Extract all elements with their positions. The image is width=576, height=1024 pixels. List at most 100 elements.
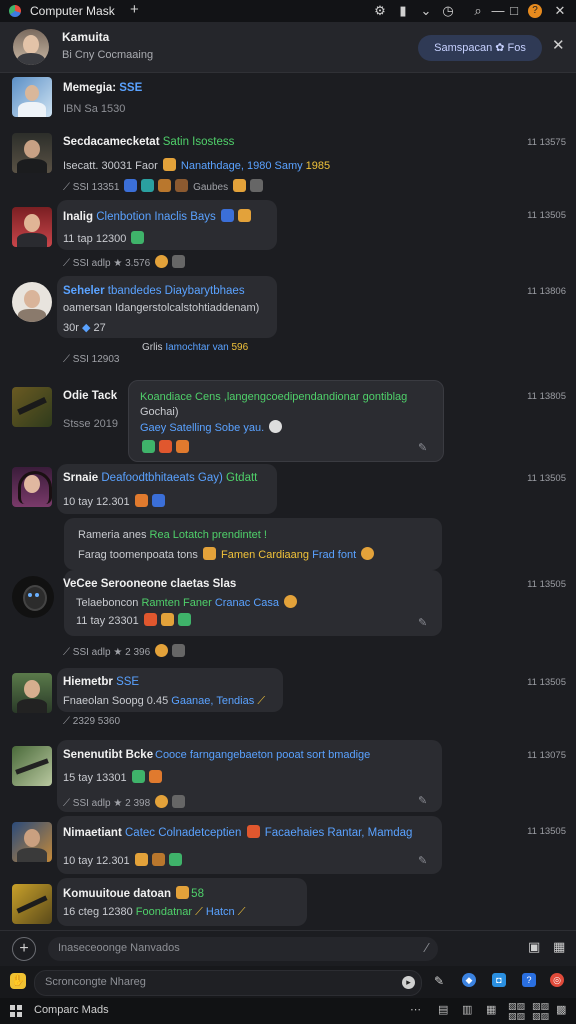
message-meta: 10 tay 12.301 [63, 853, 184, 867]
channel-subtitle: Bi Cny Cocmaaing [62, 49, 154, 61]
message-reactions[interactable]: ⟋ SSI adlp ★ 3.576 [63, 255, 187, 269]
start-icon[interactable] [10, 1005, 22, 1017]
search-icon[interactable]: ⌕ [470, 3, 486, 19]
message-input[interactable]: Scroncongte Nhareg ▸ [34, 970, 422, 996]
clock-icon[interactable]: ▨▨ ▨▨ [508, 1001, 525, 1021]
action-center-icon[interactable]: ▩ [556, 1003, 566, 1016]
avatar[interactable] [12, 133, 52, 173]
app-favicon-icon [9, 5, 21, 17]
chart-icon: ⟋ [63, 182, 70, 193]
avatar[interactable] [12, 467, 52, 507]
message-author[interactable]: Hiemetbr SSE [63, 676, 139, 688]
minimize-icon[interactable]: — [490, 3, 506, 19]
message-meta: 15 tay 13301 [63, 770, 164, 784]
message-reactions[interactable]: ⟋ SSI 12903 [63, 354, 120, 365]
message-reactions[interactable]: ⟋ SSI 13351 Gaubes [63, 179, 265, 193]
message-reactions[interactable] [140, 440, 191, 454]
message-meta: Stsse 2019 [63, 418, 119, 430]
taskbar-label[interactable]: Comparc Mads [34, 1004, 109, 1016]
close-window-icon[interactable]: ✕ [552, 3, 568, 19]
message-author[interactable]: Komuuitoue datoan 58 [63, 886, 204, 900]
avatar[interactable] [12, 673, 52, 713]
message-time: 11 13806 [527, 286, 566, 297]
message-time: 11 13505 [527, 473, 566, 484]
sticker-icon[interactable]: ◘ [492, 973, 506, 987]
message-author[interactable]: Srnaie Deafoodtbhitaeats Gay) Gtdatt [63, 472, 257, 484]
avatar[interactable] [12, 207, 52, 247]
grid-icon[interactable]: ▦ [553, 939, 565, 955]
channel-avatar[interactable] [13, 29, 49, 65]
history-icon[interactable]: ◷ [440, 3, 456, 19]
edit-icon[interactable]: ✎ [418, 854, 427, 867]
composer-bar: ✋ Scroncongte Nhareg ▸ ✎ ◆ ◘ ? ◎ [0, 966, 576, 998]
message-text: Fnaeolan Soopg 0.45 Gaanae, Tendias ⟋ [63, 695, 266, 707]
profile-icon[interactable]: ? [528, 4, 542, 18]
message-reactions[interactable]: ⟋ SSI adlp ★ 2 396 [63, 644, 187, 658]
avatar[interactable] [12, 282, 52, 322]
message-input-placeholder: Scroncongte Nhareg [45, 976, 146, 988]
message-time: 11 13505 [527, 826, 566, 837]
message-author[interactable]: VeCee Serooneone claetas Slas [63, 578, 236, 590]
message-meta: 30r ◆ 27 [63, 322, 106, 334]
message-text: Farag toomenpoata tons Famen Cardiaang F… [78, 547, 376, 561]
message-text: Koandiace Cens ,langengcoedipendandionar… [140, 391, 408, 403]
avatar[interactable] [12, 77, 52, 117]
message-time: 11 13505 [527, 579, 566, 590]
close-icon[interactable]: ✕ [552, 36, 565, 54]
edit-icon[interactable]: ✎ [418, 441, 427, 454]
gif-icon[interactable]: ? [522, 973, 536, 987]
message-meta: 16 cteg 12380 Foondatnar ⟋ Hatcn ⟋ [63, 906, 246, 918]
avatar[interactable] [12, 822, 52, 862]
new-tab-button[interactable]: + [130, 1, 139, 18]
message-text: Isecatt. 30031 Faor Nanathdage, 1980 Sam… [63, 158, 331, 172]
chevron-down-icon[interactable]: ⌄ [418, 3, 434, 19]
message-author[interactable]: Secdacamecketat Satin Isostess [63, 136, 234, 148]
message-author[interactable]: Odie Tack [63, 390, 117, 402]
composer-input[interactable]: Inaseceoonge Nanvados ⁄ [48, 937, 438, 961]
message-time: 11 13805 [527, 391, 566, 402]
settings-icon[interactable]: ⚙ [372, 3, 388, 19]
maximize-icon[interactable]: □ [506, 3, 522, 19]
message-author[interactable]: Seheler tbandedes Diaybarytbhaes [63, 285, 245, 297]
message-text: Cooce farngangebaeton pooat sort bmadige [155, 749, 371, 761]
message-meta: 11 tay 23301 [76, 613, 193, 627]
notification-icon[interactable]: ▨▨ ▨▨ [532, 1001, 549, 1021]
format-icon[interactable]: ⁄ [426, 940, 428, 955]
bookmark-icon[interactable]: ▮ [395, 3, 411, 19]
app-icon[interactable]: ✋ [10, 973, 26, 989]
edit-icon[interactable]: ✎ [418, 794, 427, 807]
message-author[interactable]: Nimaetiant Catec Colnadetceptien Facaeha… [63, 825, 412, 839]
message-reactions[interactable]: ⟋ 2329 5360 [63, 716, 120, 727]
avatar[interactable] [12, 746, 52, 786]
send-icon[interactable]: ▸ [402, 976, 415, 989]
message-reactions[interactable]: ⟋ SSI adlp ★ 2 398 [63, 795, 187, 809]
message-author[interactable]: Senenutibt Bcke [63, 749, 153, 761]
photo-icon[interactable]: ◆ [462, 973, 476, 987]
avatar[interactable] [12, 576, 54, 618]
avatar[interactable] [12, 387, 52, 427]
network-icon[interactable]: ▤ [438, 1003, 448, 1016]
avatar[interactable] [12, 884, 52, 924]
os-taskbar: Comparc Mads ⋯ ▤ ▥ ▦ ▨▨ ▨▨ ▨▨ ▨▨ ▩ [0, 998, 576, 1024]
message-author[interactable]: Memegia: SSE [63, 82, 142, 94]
message-time: 11 13505 [527, 210, 566, 221]
message-time: 11 13505 [527, 677, 566, 688]
message-footer: Grlis Iamochtar van 596 [142, 342, 249, 353]
message-text: Gochai) [140, 406, 179, 418]
edit-icon[interactable]: ✎ [418, 616, 427, 629]
more-icon[interactable]: ⋯ [410, 1003, 421, 1016]
window-titlebar: Computer Mask + ⚙ ▮ ⌄ ◷ ⌕ — □ ? ✕ [0, 0, 576, 22]
battery-icon[interactable]: ▦ [486, 1003, 496, 1016]
quoted-bubble [64, 518, 442, 570]
volume-icon[interactable]: ▥ [462, 1003, 472, 1016]
gift-icon[interactable]: ▣ [528, 939, 540, 955]
add-attachment-button[interactable]: + [12, 937, 36, 961]
message-author[interactable]: Inalig Clenbotion Inaclis Bays [63, 209, 253, 223]
channel-action-pill[interactable]: Samspacan ✿ Fos [418, 35, 542, 61]
pencil-icon[interactable]: ✎ [434, 974, 444, 988]
emoji-icon [162, 158, 176, 171]
emoji-picker-icon[interactable]: ◎ [550, 973, 564, 987]
message-text: Telaeboncon Ramten Faner Cranac Casa [76, 595, 299, 609]
message-text: oamersan Idangerstolcalstohtiaddenam) [63, 302, 260, 314]
tab-title[interactable]: Computer Mask [30, 4, 115, 18]
